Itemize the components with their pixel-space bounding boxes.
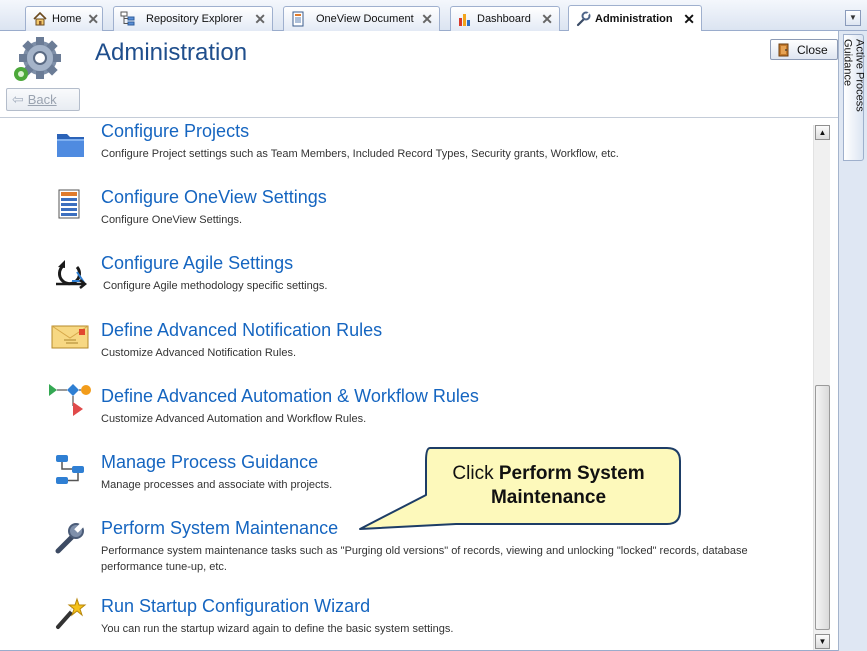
- close-icon[interactable]: ✕: [87, 12, 99, 26]
- magic-wand-icon: [56, 597, 87, 629]
- folder-icon: [57, 134, 84, 157]
- close-icon[interactable]: ✕: [421, 12, 433, 26]
- bar-chart-icon: [459, 14, 470, 26]
- tab-label: OneView Document: [316, 13, 414, 25]
- item-description: Configure Project settings such as Team …: [101, 148, 619, 160]
- tab-home[interactable]: Home ✕: [25, 6, 103, 31]
- item-description: Configure OneView Settings.: [101, 214, 243, 226]
- callout-bold: Perform System Maintenance: [490, 463, 645, 508]
- close-button-label: Close: [797, 42, 828, 57]
- instruction-callout: Click Perform System Maintenance: [359, 447, 681, 530]
- wrench-icon: [55, 522, 85, 554]
- close-icon[interactable]: ✕: [541, 12, 553, 26]
- document-icon: [292, 11, 304, 27]
- wrench-icon: [576, 11, 591, 27]
- page-header: Administration Close ⇦ Back: [0, 31, 838, 118]
- process-guidance-icon: [56, 455, 84, 484]
- callout-prefix: Click: [452, 463, 499, 484]
- callout-text: Click Perform System Maintenance: [416, 462, 681, 510]
- tree-icon: [120, 11, 135, 26]
- admin-options-list: Configure Projects Configure Project set…: [0, 118, 838, 651]
- item-title[interactable]: Configure OneView Settings: [101, 187, 327, 208]
- item-title[interactable]: Define Advanced Automation & Workflow Ru…: [101, 386, 479, 407]
- item-description: Configure Agile methodology specific set…: [103, 280, 328, 292]
- item-title[interactable]: Run Startup Configuration Wizard: [101, 596, 370, 617]
- item-description: Performance system maintenance tasks suc…: [101, 545, 748, 573]
- envelope-icon: [51, 325, 89, 349]
- item-description: Customize Advanced Automation and Workfl…: [101, 413, 367, 425]
- gear-icon: [14, 37, 61, 81]
- tab-administration[interactable]: Administration ✕: [568, 5, 702, 32]
- active-process-guidance-tab[interactable]: Active Process Guidance: [842, 34, 866, 161]
- list-item-configure-oneview-settings[interactable]: Configure OneView Settings Configure One…: [0, 187, 800, 247]
- close-icon[interactable]: ✕: [254, 12, 266, 26]
- tab-repository-explorer[interactable]: Repository Explorer ✕: [113, 6, 273, 31]
- list-item-configure-projects[interactable]: Configure Projects Configure Project set…: [0, 121, 800, 181]
- item-description: Customize Advanced Notification Rules.: [101, 347, 297, 359]
- workflow-icon: [49, 384, 91, 416]
- list-item-define-advanced-automation-workflow-rules[interactable]: Define Advanced Automation & Workflow Ru…: [0, 384, 800, 446]
- scroll-down-button[interactable]: ▼: [815, 634, 830, 649]
- oneview-document-icon: [58, 189, 80, 219]
- back-button[interactable]: ⇦ Back: [6, 88, 80, 111]
- item-title[interactable]: Perform System Maintenance: [101, 518, 338, 539]
- chevron-down-icon: ▼: [849, 13, 857, 22]
- scroll-up-button[interactable]: ▲: [815, 125, 830, 140]
- vertical-scrollbar[interactable]: ▲ ▼: [813, 125, 830, 650]
- tab-label: Dashboard: [477, 13, 531, 25]
- item-title[interactable]: Define Advanced Notification Rules: [101, 320, 382, 341]
- tab-label: Home: [52, 13, 82, 25]
- tab-oneview-document[interactable]: OneView Document ✕: [283, 6, 440, 31]
- tab-strip: Home ✕ Repository Explorer ✕ OneView Doc…: [0, 0, 867, 32]
- item-description: You can run the startup wizard again to …: [101, 623, 454, 635]
- exit-door-icon: [778, 43, 789, 56]
- item-title[interactable]: Configure Projects: [101, 121, 249, 142]
- side-panel: Active Process Guidance: [838, 31, 867, 651]
- back-button-label: Back: [27, 92, 57, 107]
- agile-cycle-icon: [56, 260, 88, 289]
- scrollbar-thumb[interactable]: [815, 385, 830, 630]
- tab-dashboard[interactable]: Dashboard ✕: [450, 6, 560, 31]
- close-icon[interactable]: ✕: [683, 12, 695, 26]
- close-button[interactable]: Close: [770, 39, 838, 60]
- item-title[interactable]: Manage Process Guidance: [101, 452, 318, 473]
- home-icon: [33, 11, 47, 26]
- tab-list-dropdown[interactable]: ▼: [845, 10, 861, 26]
- arrow-down-icon: ▼: [818, 637, 827, 646]
- list-item-configure-agile-settings[interactable]: Configure Agile Settings Configure Agile…: [0, 253, 800, 313]
- list-item-define-advanced-notification-rules[interactable]: Define Advanced Notification Rules Custo…: [0, 320, 800, 380]
- tab-label: Repository Explorer: [146, 13, 243, 25]
- arrow-left-icon: ⇦: [12, 91, 24, 107]
- tab-label: Administration: [595, 13, 673, 25]
- page-title: Administration: [95, 39, 248, 66]
- arrow-up-icon: ▲: [818, 128, 827, 137]
- item-title[interactable]: Configure Agile Settings: [101, 253, 293, 274]
- list-item-run-startup-configuration-wizard[interactable]: Run Startup Configuration Wizard You can…: [0, 596, 800, 650]
